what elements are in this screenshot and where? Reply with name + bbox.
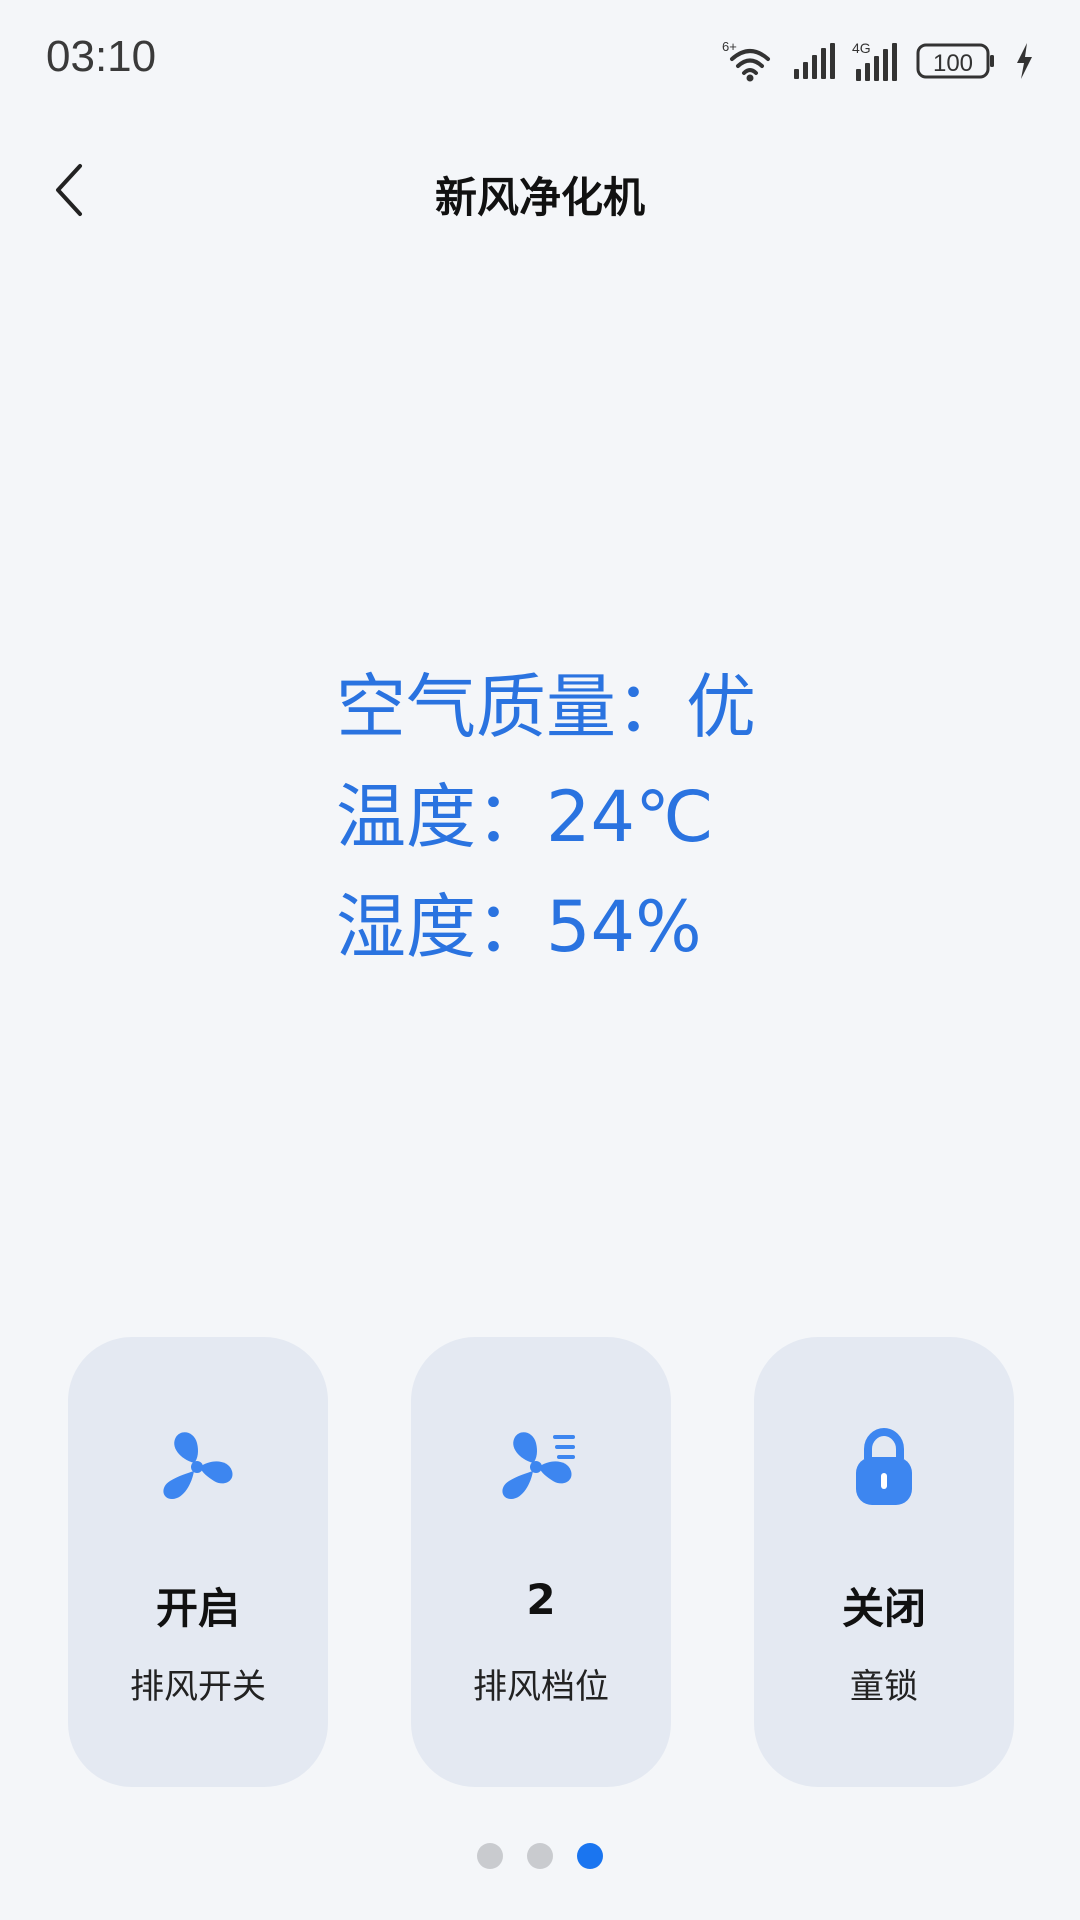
lock-icon — [754, 1419, 1014, 1515]
air-quality-reading: 空气质量：优 — [336, 666, 756, 748]
control-cards: 开启 排风开关 2 排风档位 关闭 童锁 — [68, 1337, 1014, 1787]
wifi-icon: 6+ — [722, 39, 770, 82]
page-title: 新风净化机 — [434, 173, 645, 222]
exhaust-speed-value: 2 — [526, 1575, 556, 1624]
readings-panel: 空气质量：优 温度：24℃ 湿度：54% — [336, 652, 756, 982]
status-bar: 03:10 6+ 4G 100 — [0, 0, 1080, 120]
wifi-badge: 6+ — [722, 39, 737, 54]
battery-level: 100 — [933, 50, 973, 77]
fan-speed-icon — [411, 1419, 671, 1515]
child-lock-card[interactable]: 关闭 童锁 — [754, 1337, 1014, 1787]
signal-icon — [794, 43, 835, 79]
exhaust-switch-value: 开启 — [155, 1584, 240, 1633]
temperature-reading: 温度：24℃ — [336, 776, 714, 858]
header: 新风净化机 — [0, 140, 1080, 240]
charging-icon — [1017, 43, 1032, 79]
exhaust-switch-label: 排风开关 — [130, 1667, 266, 1707]
page-dot-2[interactable] — [527, 1843, 553, 1869]
battery-icon: 100 — [916, 43, 994, 79]
humidity-reading: 湿度：54% — [336, 886, 702, 968]
fan-icon — [68, 1419, 328, 1515]
exhaust-speed-label: 排风档位 — [473, 1667, 609, 1707]
page-dot-1[interactable] — [477, 1843, 503, 1869]
network-type: 4G — [852, 40, 871, 56]
child-lock-value: 关闭 — [841, 1584, 926, 1633]
exhaust-switch-card[interactable]: 开启 排风开关 — [68, 1337, 328, 1787]
status-icons: 6+ 4G 100 — [722, 36, 1034, 86]
child-lock-label: 童锁 — [850, 1667, 918, 1707]
exhaust-speed-card[interactable]: 2 排风档位 — [411, 1337, 671, 1787]
signal-4g-icon: 4G — [852, 40, 897, 81]
status-time: 03:10 — [46, 32, 157, 81]
page-indicator — [0, 1843, 1080, 1869]
page-dot-3-active[interactable] — [577, 1843, 603, 1869]
